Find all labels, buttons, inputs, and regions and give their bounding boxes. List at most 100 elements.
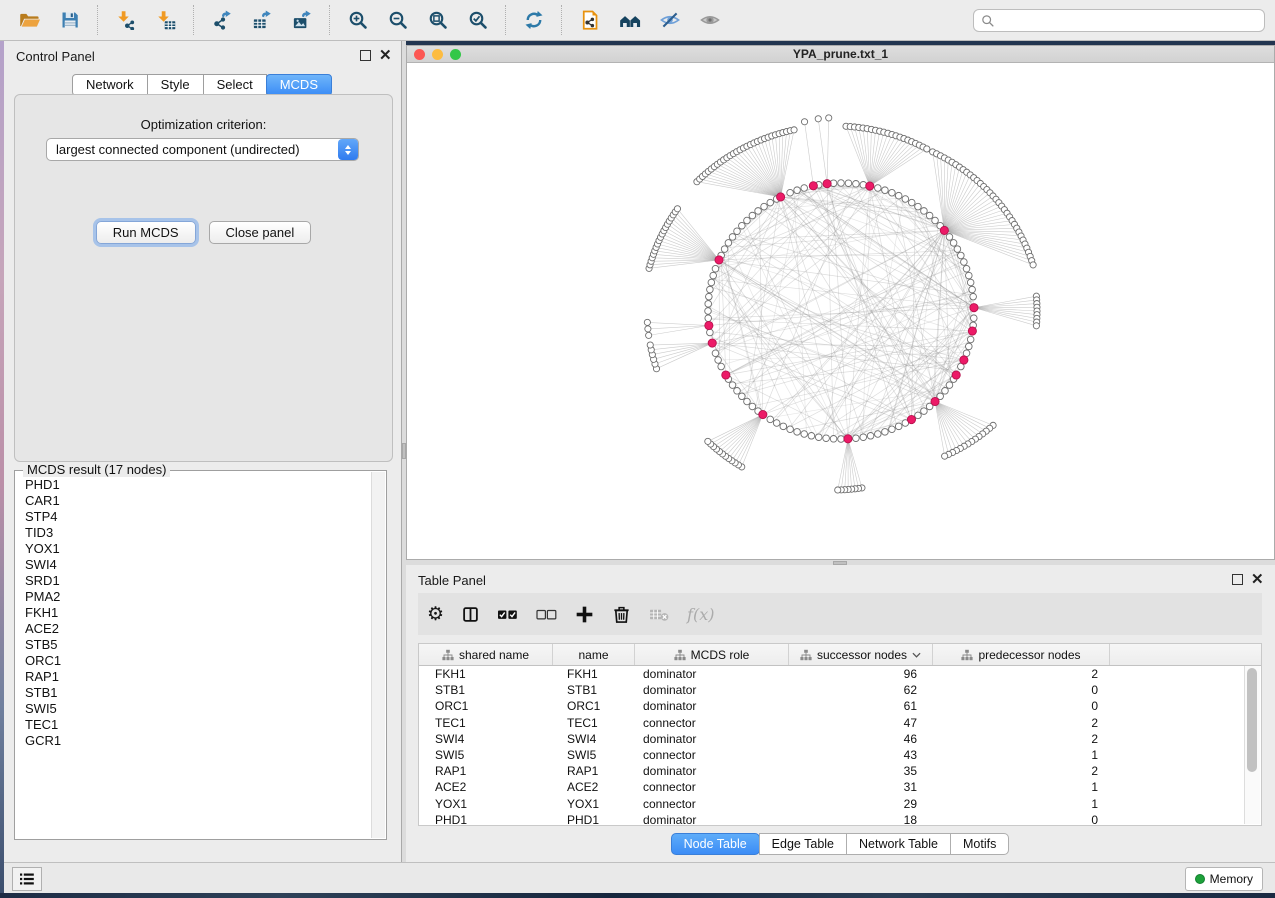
network-node[interactable] bbox=[845, 180, 852, 187]
table-row[interactable]: FKH1FKH1dominator962 bbox=[419, 666, 1261, 682]
mcds-hub-node[interactable] bbox=[960, 356, 968, 364]
table-row[interactable]: RAP1RAP1dominator352 bbox=[419, 763, 1261, 779]
mcds-hub-node[interactable] bbox=[952, 371, 960, 379]
network-node[interactable] bbox=[729, 234, 736, 241]
network-node[interactable] bbox=[875, 185, 882, 192]
network-node[interactable] bbox=[838, 180, 845, 187]
network-node[interactable] bbox=[755, 208, 762, 215]
table-row[interactable]: ORC1ORC1dominator610 bbox=[419, 698, 1261, 714]
network-node[interactable] bbox=[826, 115, 832, 121]
home-icon[interactable] bbox=[615, 7, 645, 33]
network-node[interactable] bbox=[749, 403, 756, 410]
table-cell[interactable]: connector bbox=[635, 780, 789, 794]
network-node[interactable] bbox=[950, 240, 957, 247]
network-node[interactable] bbox=[966, 343, 973, 350]
network-node[interactable] bbox=[815, 434, 822, 441]
table-cell[interactable]: FKH1 bbox=[553, 667, 635, 681]
network-node[interactable] bbox=[780, 423, 787, 430]
mcds-result-item[interactable]: STB1 bbox=[25, 685, 371, 701]
network-node[interactable] bbox=[712, 350, 719, 357]
mcds-result-item[interactable]: FKH1 bbox=[25, 605, 371, 621]
network-node[interactable] bbox=[761, 203, 768, 210]
network-node[interactable] bbox=[791, 127, 797, 133]
deselect-all-icon[interactable] bbox=[536, 601, 557, 627]
table-cell[interactable]: 35 bbox=[789, 764, 933, 778]
mcds-hub-node[interactable] bbox=[940, 226, 948, 234]
table-cell[interactable]: connector bbox=[635, 716, 789, 730]
network-node[interactable] bbox=[710, 272, 717, 279]
network-node[interactable] bbox=[958, 252, 965, 259]
table-cell[interactable]: dominator bbox=[635, 732, 789, 746]
network-canvas[interactable] bbox=[407, 63, 1274, 559]
network-node[interactable] bbox=[915, 203, 922, 210]
mcds-hub-node[interactable] bbox=[705, 321, 713, 329]
mcds-hub-node[interactable] bbox=[715, 256, 723, 264]
network-node[interactable] bbox=[853, 181, 860, 188]
network-node[interactable] bbox=[902, 196, 909, 203]
mcds-hub-node[interactable] bbox=[968, 327, 976, 335]
criterion-dropdown[interactable]: largest connected component (undirected) bbox=[46, 138, 359, 161]
import-table-icon[interactable] bbox=[151, 7, 181, 33]
network-node[interactable] bbox=[787, 189, 794, 196]
network-node[interactable] bbox=[970, 315, 977, 322]
close-panel-icon[interactable]: ✕ bbox=[1251, 575, 1264, 584]
network-node[interactable] bbox=[889, 189, 896, 196]
table-row[interactable]: SWI4SWI4dominator462 bbox=[419, 731, 1261, 747]
zoom-fit-icon[interactable] bbox=[423, 7, 453, 33]
zoom-out-icon[interactable] bbox=[383, 7, 413, 33]
table-cell[interactable]: SWI4 bbox=[419, 732, 553, 746]
table-cell[interactable]: 2 bbox=[933, 732, 1110, 746]
tab-mcds[interactable]: MCDS bbox=[266, 74, 332, 96]
show-selected-icon[interactable] bbox=[695, 7, 725, 33]
table-cell[interactable]: 47 bbox=[789, 716, 933, 730]
column-header-name[interactable]: name bbox=[553, 644, 635, 665]
network-node[interactable] bbox=[767, 416, 774, 423]
table-scrollbar-thumb[interactable] bbox=[1247, 668, 1257, 772]
network-node[interactable] bbox=[921, 408, 928, 415]
table-cell[interactable]: dominator bbox=[635, 699, 789, 713]
float-window-icon[interactable] bbox=[1232, 574, 1243, 585]
network-node[interactable] bbox=[787, 426, 794, 433]
save-session-icon[interactable] bbox=[55, 7, 85, 33]
column-header-shared-name[interactable]: shared name bbox=[419, 644, 553, 665]
table-row[interactable]: PHD1PHD1dominator180 bbox=[419, 812, 1261, 828]
export-network-icon[interactable] bbox=[207, 7, 237, 33]
mcds-hub-node[interactable] bbox=[777, 193, 785, 201]
network-node[interactable] bbox=[644, 319, 650, 325]
network-node[interactable] bbox=[860, 434, 867, 441]
mcds-result-item[interactable]: STP4 bbox=[25, 509, 371, 525]
network-node[interactable] bbox=[823, 435, 830, 442]
table-cell[interactable]: 0 bbox=[933, 683, 1110, 697]
network-node[interactable] bbox=[773, 420, 780, 427]
table-cell[interactable]: RAP1 bbox=[553, 764, 635, 778]
share-network-icon[interactable] bbox=[575, 7, 605, 33]
mcds-result-item[interactable]: SWI5 bbox=[25, 701, 371, 717]
mcds-result-item[interactable]: ACE2 bbox=[25, 621, 371, 637]
hide-selected-icon[interactable] bbox=[655, 7, 685, 33]
mcds-result-item[interactable]: PHD1 bbox=[25, 477, 371, 493]
tab-motifs[interactable]: Motifs bbox=[950, 833, 1009, 855]
add-column-icon[interactable] bbox=[575, 601, 594, 627]
network-node[interactable] bbox=[674, 206, 680, 212]
mcds-hub-node[interactable] bbox=[809, 182, 817, 190]
network-node[interactable] bbox=[838, 436, 845, 443]
network-node[interactable] bbox=[921, 208, 928, 215]
tab-network[interactable]: Network bbox=[72, 74, 148, 96]
network-node[interactable] bbox=[853, 435, 860, 442]
memory-button[interactable]: Memory bbox=[1185, 867, 1263, 891]
network-node[interactable] bbox=[969, 286, 976, 293]
table-cell[interactable]: 1 bbox=[933, 780, 1110, 794]
network-node[interactable] bbox=[875, 431, 882, 438]
table-cell[interactable]: YOX1 bbox=[553, 797, 635, 811]
table-cell[interactable]: 0 bbox=[933, 813, 1110, 827]
network-node[interactable] bbox=[889, 426, 896, 433]
network-node[interactable] bbox=[725, 240, 732, 247]
table-cell[interactable]: 2 bbox=[933, 764, 1110, 778]
network-node[interactable] bbox=[908, 199, 915, 206]
network-node[interactable] bbox=[645, 326, 651, 332]
mcds-hub-node[interactable] bbox=[708, 339, 716, 347]
table-row[interactable]: STB1STB1dominator620 bbox=[419, 682, 1261, 698]
network-node[interactable] bbox=[926, 212, 933, 219]
column-header-predecessor-nodes[interactable]: predecessor nodes bbox=[933, 644, 1110, 665]
network-node[interactable] bbox=[794, 429, 801, 436]
